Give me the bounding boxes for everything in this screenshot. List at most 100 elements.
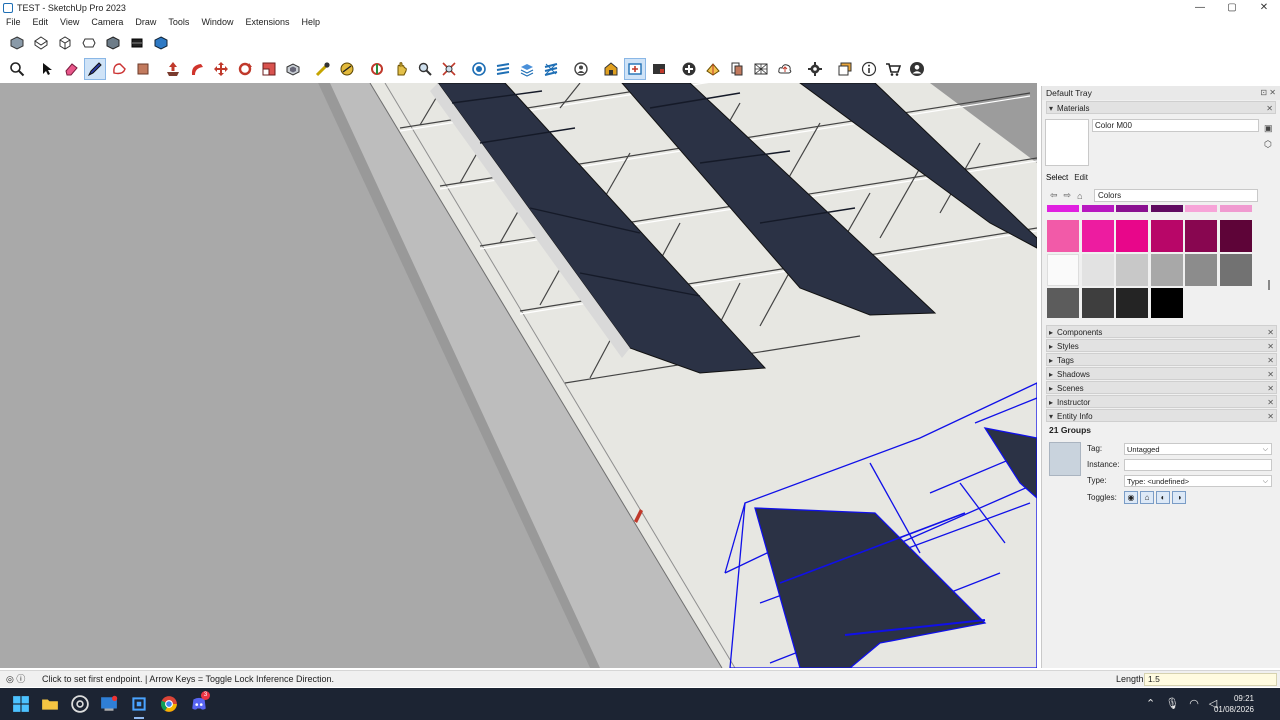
scale-icon[interactable]: [258, 58, 280, 80]
lock-icon[interactable]: ⌂: [1140, 491, 1154, 504]
select-icon[interactable]: [36, 58, 58, 80]
color-swatch[interactable]: [1185, 254, 1217, 286]
panel-entity-info[interactable]: Entity Info✕: [1046, 409, 1277, 423]
type-select[interactable]: Type: <undefined> ⌵: [1124, 475, 1272, 487]
component-icon[interactable]: [540, 58, 562, 80]
panel-components[interactable]: Components✕: [1046, 325, 1277, 339]
color-swatch[interactable]: [1150, 254, 1183, 286]
back-arrow-icon[interactable]: ⇦: [1050, 190, 1058, 201]
color-swatch[interactable]: [1081, 205, 1114, 212]
iso-view-icon[interactable]: [6, 32, 28, 54]
instance-field[interactable]: [1124, 459, 1272, 471]
pencil-line-icon[interactable]: [84, 58, 106, 80]
wifi-icon[interactable]: ◠: [1189, 697, 1199, 710]
forward-arrow-icon[interactable]: ⇨: [1064, 190, 1072, 201]
follow-me-icon[interactable]: [186, 58, 208, 80]
push-pull-icon[interactable]: [162, 58, 184, 80]
color-swatch[interactable]: [1219, 205, 1252, 212]
move-icon[interactable]: [210, 58, 232, 80]
microphone-icon[interactable]: 🎙: [1165, 697, 1179, 710]
chrome2-icon[interactable]: [159, 694, 179, 714]
back-view-icon[interactable]: [102, 32, 124, 54]
info-icon[interactable]: [858, 58, 880, 80]
cloud-upload-icon[interactable]: [774, 58, 796, 80]
panel-tags[interactable]: Tags✕: [1046, 353, 1277, 367]
zoom-extents-icon[interactable]: [438, 58, 460, 80]
eyedropper-icon[interactable]: ⬡: [1264, 136, 1273, 152]
clock[interactable]: 09:21 01/08/2026: [1214, 693, 1254, 715]
orbit-icon[interactable]: [366, 58, 388, 80]
color-swatch[interactable]: [1047, 254, 1079, 286]
maximize-button[interactable]: ▢: [1216, 0, 1248, 15]
measurements-box[interactable]: 1.5: [1144, 673, 1277, 686]
minimize-button[interactable]: —: [1184, 0, 1216, 15]
tray-pin-icon[interactable]: ⊡ ✕: [1260, 86, 1276, 100]
menu-extensions[interactable]: Extensions: [239, 17, 295, 27]
color-swatch[interactable]: [1047, 220, 1079, 252]
panel-shadows[interactable]: Shadows✕: [1046, 367, 1277, 381]
left-view-icon[interactable]: [126, 32, 148, 54]
layout-icon[interactable]: [648, 58, 670, 80]
color-swatch[interactable]: [1047, 205, 1079, 212]
menu-window[interactable]: Window: [195, 17, 239, 27]
close-button[interactable]: ✕: [1248, 0, 1280, 15]
visibility-icon[interactable]: ◉: [1124, 491, 1138, 504]
color-swatch[interactable]: [1116, 205, 1148, 212]
rotate-icon[interactable]: [234, 58, 256, 80]
receive-shadow-icon[interactable]: ◑: [1172, 491, 1186, 504]
top-view-icon[interactable]: [30, 32, 52, 54]
color-swatch[interactable]: [1081, 288, 1114, 318]
sandbox-icon[interactable]: [702, 58, 724, 80]
menu-draw[interactable]: Draw: [129, 17, 162, 27]
menu-help[interactable]: Help: [295, 17, 326, 27]
color-swatch[interactable]: [1047, 288, 1079, 318]
color-swatch[interactable]: [1116, 220, 1148, 252]
create-material-icon[interactable]: ▣: [1264, 120, 1273, 136]
tab-select[interactable]: Select: [1046, 173, 1068, 182]
panel-styles[interactable]: Styles✕: [1046, 339, 1277, 353]
chrome-icon[interactable]: [70, 694, 90, 714]
pan-icon[interactable]: [390, 58, 412, 80]
color-swatch[interactable]: [1081, 220, 1114, 252]
geolocation-icon[interactable]: ◎ ⓘ: [6, 671, 25, 688]
color-swatch[interactable]: [1219, 220, 1252, 252]
right-view-icon[interactable]: [78, 32, 100, 54]
swatch-scrollbar[interactable]: [1268, 206, 1272, 316]
color-swatch[interactable]: [1150, 205, 1183, 212]
menu-camera[interactable]: Camera: [85, 17, 129, 27]
collection-select[interactable]: Colors: [1094, 189, 1258, 202]
color-swatch[interactable]: [1081, 254, 1114, 286]
model-viewport[interactable]: [0, 83, 1037, 668]
shape-icon[interactable]: [108, 58, 130, 80]
tab-edit[interactable]: Edit: [1074, 173, 1088, 182]
sketchup-active-icon[interactable]: [129, 694, 149, 714]
offset-icon[interactable]: [282, 58, 304, 80]
section-plane-icon[interactable]: [468, 58, 490, 80]
chevron-up-icon[interactable]: ⌃: [1146, 697, 1155, 710]
search-icon[interactable]: [6, 58, 28, 80]
sketchup-icon[interactable]: [99, 694, 119, 714]
eraser-icon[interactable]: [60, 58, 82, 80]
material-name-field[interactable]: Color M00: [1092, 119, 1259, 132]
zoom-icon[interactable]: [414, 58, 436, 80]
cloud-icon[interactable]: [750, 58, 772, 80]
color-swatch[interactable]: [1150, 220, 1183, 252]
display-sections-icon[interactable]: [492, 58, 514, 80]
add-location-icon[interactable]: [678, 58, 700, 80]
color-swatch[interactable]: [1219, 254, 1252, 286]
menu-edit[interactable]: Edit: [27, 17, 55, 27]
scenes-icon[interactable]: [834, 58, 856, 80]
close-icon[interactable]: ✕: [1266, 102, 1273, 115]
menu-view[interactable]: View: [54, 17, 85, 27]
cast-shadow-icon[interactable]: ◐: [1156, 491, 1170, 504]
color-swatch[interactable]: [1150, 288, 1183, 318]
panel-scenes[interactable]: Scenes✕: [1046, 381, 1277, 395]
paint-bucket-icon[interactable]: [132, 58, 154, 80]
extension-warehouse-icon[interactable]: [624, 58, 646, 80]
panel-materials[interactable]: Materials ✕: [1046, 101, 1276, 115]
color-swatch[interactable]: [1185, 220, 1217, 252]
windows-start-icon[interactable]: [11, 694, 31, 714]
menu-tools[interactable]: Tools: [162, 17, 195, 27]
user-icon[interactable]: [570, 58, 592, 80]
cart-icon[interactable]: [882, 58, 904, 80]
